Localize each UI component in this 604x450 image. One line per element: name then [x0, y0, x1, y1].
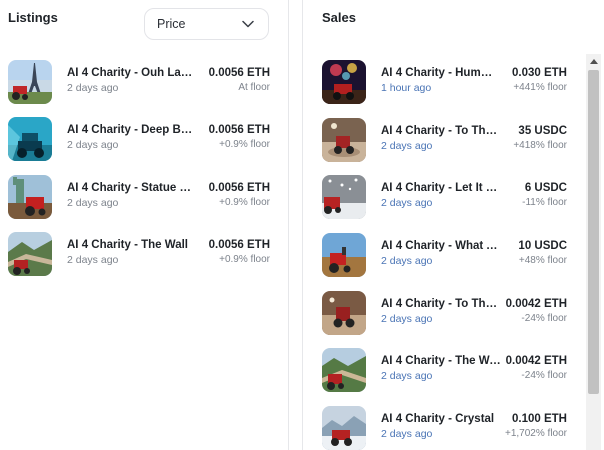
sale-time: 2 days ago [381, 313, 433, 325]
sale-row[interactable]: AI 4 Charity - To The Moon 2 days ago 0.… [322, 289, 567, 337]
listings-title: Listings [8, 10, 58, 25]
sale-floor-diff: +48% floor [518, 255, 567, 266]
listing-floor-diff: +0.9% floor [219, 139, 270, 150]
sale-name: AI 4 Charity - Crystal [381, 413, 495, 425]
sale-floor-diff: -11% floor [522, 197, 567, 208]
sale-time: 2 days ago [381, 197, 433, 209]
sale-time: 2 days ago [381, 255, 433, 267]
listing-time: 2 days ago [67, 139, 119, 151]
panel-divider [288, 0, 289, 450]
listing-floor-diff: +0.9% floor [219, 254, 270, 265]
sale-name: AI 4 Charity - To The Moon [381, 298, 501, 310]
nft-thumbnail [322, 291, 366, 335]
listing-price: 0.0056 ETH [208, 182, 270, 194]
sales-panel: Sales AI 4 Charity - Hummingbird 1 hour … [303, 0, 604, 450]
listing-time: 2 days ago [67, 82, 119, 94]
listing-name: AI 4 Charity - Statue of Liberty [67, 182, 195, 194]
listing-time: 2 days ago [67, 197, 119, 209]
sale-time: 2 days ago [381, 428, 433, 440]
sale-price: 6 USDC [524, 182, 567, 194]
sale-floor-diff: +441% floor [513, 82, 567, 93]
sale-row[interactable]: AI 4 Charity - Crystal 2 days ago 0.100 … [322, 404, 567, 450]
scrollbar-thumb[interactable] [588, 70, 599, 394]
sale-row[interactable]: AI 4 Charity - The Wall 2 days ago 0.004… [322, 346, 567, 394]
nft-thumbnail [8, 117, 52, 161]
nft-thumbnail [322, 175, 366, 219]
scroll-up-arrow-icon[interactable] [586, 54, 601, 68]
listing-time: 2 days ago [67, 254, 119, 266]
sale-floor-diff: +1,702% floor [505, 428, 567, 439]
sale-name: AI 4 Charity - Hummingbird [381, 67, 501, 79]
nft-thumbnail [322, 233, 366, 277]
sale-price: 0.0042 ETH [505, 355, 567, 367]
nft-thumbnail [8, 175, 52, 219]
sale-row[interactable]: AI 4 Charity - Let It Snow 2 days ago 6 … [322, 173, 567, 221]
nft-thumbnail [8, 60, 52, 104]
listing-row[interactable]: AI 4 Charity - Statue of Liberty 2 days … [8, 173, 270, 221]
listing-name: AI 4 Charity - Deep Blue [67, 124, 195, 136]
listing-name: AI 4 Charity - The Wall [67, 239, 188, 251]
sort-selected-label: Price [157, 17, 186, 31]
sale-row[interactable]: AI 4 Charity - To The Moon 2 days ago 35… [322, 116, 567, 164]
nft-thumbnail [322, 348, 366, 392]
listing-price: 0.0056 ETH [208, 239, 270, 251]
listing-price: 0.0056 ETH [208, 124, 270, 136]
sale-floor-diff: +418% floor [513, 140, 567, 151]
sale-name: AI 4 Charity - The Wall [381, 355, 501, 367]
sale-price: 0.030 ETH [512, 67, 567, 79]
nft-thumbnail [322, 406, 366, 450]
listing-row[interactable]: AI 4 Charity - The Wall 2 days ago 0.005… [8, 230, 270, 278]
listing-price: 0.0056 ETH [208, 67, 270, 79]
nft-thumbnail [8, 232, 52, 276]
sale-floor-diff: -24% floor [521, 370, 567, 381]
listing-name: AI 4 Charity - Ouh La La [67, 67, 195, 79]
sale-name: AI 4 Charity - To The Moon [381, 125, 501, 137]
sales-scrollbar[interactable] [586, 54, 601, 450]
listings-panel: Listings Price AI 4 Charity - Ouh La La … [0, 0, 288, 450]
sale-time: 2 days ago [381, 370, 433, 382]
listing-row[interactable]: AI 4 Charity - Deep Blue 2 days ago 0.00… [8, 115, 270, 163]
listing-floor-diff: At floor [238, 82, 270, 93]
sales-title: Sales [322, 10, 356, 25]
sort-dropdown[interactable]: Price [144, 8, 269, 40]
sale-row[interactable]: AI 4 Charity - What A Day 2 days ago 10 … [322, 231, 567, 279]
sale-price: 35 USDC [518, 125, 567, 137]
sale-floor-diff: -24% floor [521, 313, 567, 324]
listing-floor-diff: +0.9% floor [219, 197, 270, 208]
sale-time: 2 days ago [381, 140, 433, 152]
sale-time: 1 hour ago [381, 82, 432, 94]
sale-row[interactable]: AI 4 Charity - Hummingbird 1 hour ago 0.… [322, 58, 567, 106]
nft-thumbnail [322, 118, 366, 162]
sale-price: 0.100 ETH [512, 413, 567, 425]
listing-row[interactable]: AI 4 Charity - Ouh La La 2 days ago 0.00… [8, 58, 270, 106]
sale-name: AI 4 Charity - What A Day [381, 240, 501, 252]
nft-thumbnail [322, 60, 366, 104]
sale-price: 0.0042 ETH [505, 298, 567, 310]
chevron-down-icon [242, 20, 254, 28]
sale-price: 10 USDC [518, 240, 567, 252]
sale-name: AI 4 Charity - Let It Snow [381, 182, 501, 194]
